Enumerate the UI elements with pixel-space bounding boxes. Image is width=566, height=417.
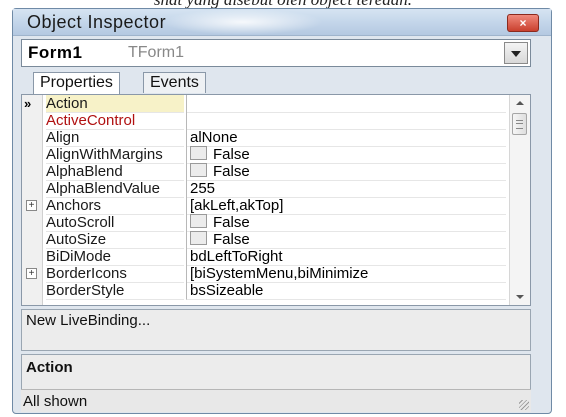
live-binding-panel[interactable]: New LiveBinding... [21,309,531,351]
window-title: Object Inspector [27,12,167,32]
property-name: BorderIcons [46,265,184,283]
property-value[interactable]: [biSystemMenu,biMinimize [186,265,506,283]
property-row[interactable]: ActiveControl [22,112,510,130]
close-icon: × [519,16,527,30]
property-row[interactable]: AlignWithMargins False [22,146,510,164]
property-name: AutoScroll [46,214,184,232]
title-bar[interactable]: Object Inspector × [13,9,551,36]
property-row[interactable]: Align alNone [22,129,510,147]
object-inspector-window: Object Inspector × Form1 TForm1 Properti… [12,8,552,414]
property-row[interactable]: AutoScroll False [22,214,510,232]
property-value[interactable] [186,112,506,130]
status-bar: All shown [21,389,531,412]
property-value[interactable]: False [186,146,506,164]
property-value-text: bsSizeable [190,282,264,299]
property-value-text: bdLeftToRight [190,248,283,265]
property-value-text: False [213,214,250,231]
close-button[interactable]: × [507,14,539,32]
property-row[interactable]: BiDiMode bdLeftToRight [22,248,510,266]
scroll-up-icon[interactable] [510,95,530,111]
checkbox-icon[interactable] [190,231,207,245]
component-selector[interactable]: Form1 TForm1 [21,39,531,67]
property-grid: » Action ActiveControl Align alNone AlignWith… [21,94,531,306]
description-title: Action [26,359,73,376]
tab-properties[interactable]: Properties [33,72,120,94]
property-value[interactable]: bsSizeable [186,282,506,300]
scroll-thumb[interactable] [512,113,527,135]
resize-grip-icon[interactable] [519,400,529,410]
property-value[interactable]: False [186,231,506,249]
property-name: Align [46,129,184,147]
property-value[interactable]: False [186,163,506,181]
property-row[interactable]: + BorderIcons [biSystemMenu,biMinimize [22,265,510,283]
checkbox-icon[interactable] [190,146,207,160]
property-value-text: False [213,231,250,248]
property-name: AutoSize [46,231,184,249]
property-value-text: False [213,163,250,180]
property-name: AlignWithMargins [46,146,184,164]
chevron-down-icon[interactable] [504,42,528,64]
property-name: BiDiMode [46,248,184,266]
property-value-text: 255 [190,180,216,197]
property-name: ActiveControl [46,112,184,130]
property-name: AlphaBlendValue [46,180,184,198]
title-glow [163,9,323,35]
scroll-down-icon[interactable] [510,289,530,305]
property-value[interactable]: bdLeftToRight [186,248,506,266]
property-value[interactable]: [akLeft,akTop] [186,197,506,215]
property-row[interactable]: BorderStyle bsSizeable [22,282,510,300]
property-row[interactable]: + Anchors [akLeft,akTop] [22,197,510,215]
tab-events[interactable]: Events [143,72,206,93]
property-value-text: False [213,146,250,163]
property-value[interactable]: 255 [186,180,506,198]
property-value-text: alNone [190,129,238,146]
property-name: AlphaBlend [46,163,184,181]
vertical-scrollbar[interactable] [509,95,530,305]
status-text: All shown [23,393,88,410]
property-value-text: [akLeft,akTop] [190,197,284,214]
property-row[interactable]: » Action [22,95,510,113]
checkbox-icon[interactable] [190,214,207,228]
live-binding-link[interactable]: New LiveBinding... [26,312,150,329]
property-value[interactable]: False [186,214,506,232]
expand-icon[interactable]: + [26,268,37,279]
checkbox-icon[interactable] [190,163,207,177]
expand-icon[interactable]: + [26,200,37,211]
property-value[interactable]: alNone [186,129,506,147]
property-row[interactable]: AlphaBlendValue 255 [22,180,510,198]
component-type: TForm1 [128,44,184,61]
property-name: BorderStyle [46,282,184,300]
current-row-marker-icon: » [24,96,32,111]
component-name: Form1 [28,43,83,62]
property-value[interactable] [186,95,506,113]
property-name: Action [46,95,184,113]
property-value-text: [biSystemMenu,biMinimize [190,265,369,282]
property-row[interactable]: AutoSize False [22,231,510,249]
property-name: Anchors [46,197,184,215]
property-row[interactable]: AlphaBlend False [22,163,510,181]
